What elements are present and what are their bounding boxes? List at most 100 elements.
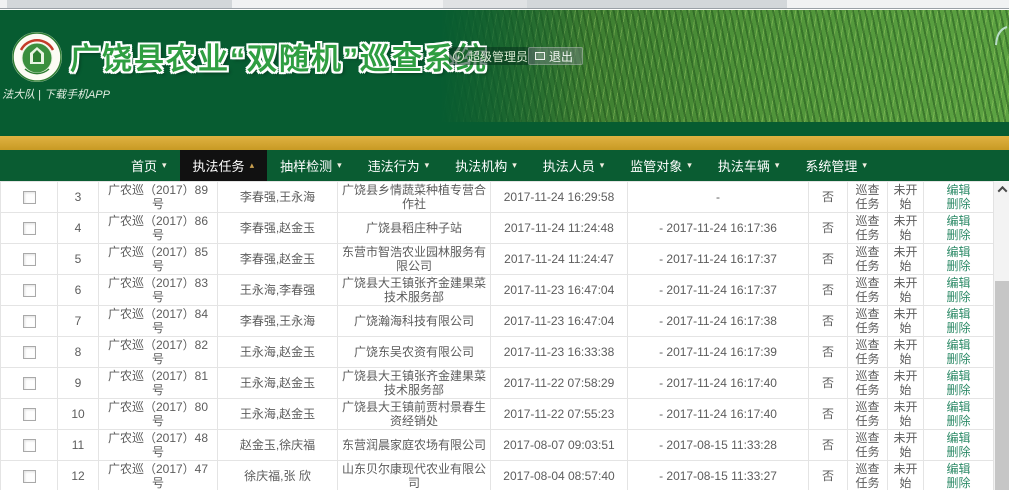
user-role-badge[interactable]: i 超级管理员 [449, 47, 535, 65]
row-checkbox[interactable] [23, 284, 36, 297]
created-time-cell: 2017-11-24 11:24:47 [491, 244, 628, 275]
row-checkbox[interactable] [23, 439, 36, 452]
nav-item[interactable]: 执法机构 ▾ [442, 150, 530, 181]
created-time-cell: 2017-08-07 09:03:51 [491, 430, 628, 461]
checkbox-cell [1, 461, 58, 490]
table-row: 9 广农巡（2017）81号 王永海,赵金玉 广饶县大王镇张齐金建果菜技术服务部… [1, 368, 994, 399]
nav-item[interactable]: 违法行为 ▾ [355, 150, 443, 181]
task-type-cell: 巡查任务 [848, 399, 888, 430]
breadcrumb: 法大队 | 下载手机APP [2, 86, 110, 102]
nav-item[interactable]: 执法人员 ▾ [530, 150, 618, 181]
delete-link[interactable]: 删除 [946, 383, 970, 397]
created-time-cell: 2017-11-24 16:29:58 [491, 182, 628, 213]
chevron-up-icon: ▴ [250, 160, 255, 171]
edit-link[interactable]: 编辑 [946, 462, 970, 476]
time-range-cell: - 2017-11-24 16:17:36 [628, 213, 809, 244]
created-time-cell: 2017-11-24 11:24:48 [491, 213, 628, 244]
nav-item[interactable]: 执法任务 ▴ [180, 150, 268, 181]
edit-link[interactable]: 编辑 [946, 338, 970, 352]
edit-link[interactable]: 编辑 [946, 276, 970, 290]
vertical-scrollbar[interactable] [993, 181, 1009, 490]
task-type-cell: 巡查任务 [848, 337, 888, 368]
status-cell: 未开始 [888, 461, 924, 490]
delete-link[interactable]: 删除 [946, 352, 970, 366]
row-checkbox[interactable] [23, 191, 36, 204]
doc-number-cell: 广农巡（2017）82号 [99, 337, 218, 368]
delete-link[interactable]: 删除 [946, 197, 970, 211]
status-cell: 未开始 [888, 368, 924, 399]
created-time-cell: 2017-11-23 16:33:38 [491, 337, 628, 368]
delete-link[interactable]: 删除 [946, 259, 970, 273]
nav-item[interactable]: 抽样检测 ▾ [267, 150, 355, 181]
delete-link[interactable]: 删除 [946, 321, 970, 335]
doc-number-cell: 广农巡（2017）48号 [99, 430, 218, 461]
created-time-cell: 2017-11-22 07:55:23 [491, 399, 628, 430]
logout-icon [535, 52, 545, 60]
delete-link[interactable]: 删除 [946, 445, 970, 459]
flag-cell: 否 [809, 368, 848, 399]
row-checkbox[interactable] [23, 408, 36, 421]
scrollbar-thumb[interactable] [995, 281, 1009, 490]
time-range-cell: - 2017-08-15 11:33:28 [628, 430, 809, 461]
officers-cell: 李春强,王永海 [218, 306, 338, 337]
actions-cell: 编辑删除 [924, 399, 994, 430]
browser-tab-segment [787, 0, 1009, 8]
task-table-container: 3 广农巡（2017）89号 李春强,王永海 广饶县乡情蔬菜种植专营合作社 20… [0, 181, 993, 490]
chevron-down-icon: ▾ [512, 160, 517, 171]
actions-cell: 编辑删除 [924, 306, 994, 337]
flag-cell: 否 [809, 430, 848, 461]
edit-link[interactable]: 编辑 [946, 183, 970, 197]
delete-link[interactable]: 删除 [946, 476, 970, 490]
nav-item[interactable]: 系统管理 ▾ [792, 150, 880, 181]
row-number-cell: 9 [58, 368, 99, 399]
row-checkbox[interactable] [23, 346, 36, 359]
scroll-up-arrow[interactable] [994, 181, 1009, 197]
edit-link[interactable]: 编辑 [946, 369, 970, 383]
status-cell: 未开始 [888, 275, 924, 306]
checkbox-cell [1, 213, 58, 244]
nav-item[interactable]: 首页 ▾ [118, 150, 180, 181]
nav-item[interactable]: 执法车辆 ▾ [705, 150, 793, 181]
flag-cell: 否 [809, 182, 848, 213]
delete-link[interactable]: 删除 [946, 228, 970, 242]
officers-cell: 王永海,赵金玉 [218, 368, 338, 399]
edit-link[interactable]: 编辑 [946, 245, 970, 259]
browser-tab-segment [443, 0, 527, 8]
edit-link[interactable]: 编辑 [946, 431, 970, 445]
nav-item[interactable]: 监管对象 ▾ [617, 150, 705, 181]
task-type-cell: 巡查任务 [848, 306, 888, 337]
officers-cell: 李春强,赵金玉 [218, 213, 338, 244]
edit-link[interactable]: 编辑 [946, 400, 970, 414]
status-cell: 未开始 [888, 244, 924, 275]
doc-number-cell: 广农巡（2017）86号 [99, 213, 218, 244]
delete-link[interactable]: 删除 [946, 290, 970, 304]
doc-number-cell: 广农巡（2017）47号 [99, 461, 218, 490]
edit-link[interactable]: 编辑 [946, 307, 970, 321]
nav-item-label: 执法车辆 [718, 156, 770, 175]
status-cell: 未开始 [888, 430, 924, 461]
time-range-cell: - 2017-11-24 16:17:38 [628, 306, 809, 337]
edit-link[interactable]: 编辑 [946, 214, 970, 228]
checkbox-cell [1, 337, 58, 368]
row-checkbox[interactable] [23, 315, 36, 328]
row-checkbox[interactable] [23, 222, 36, 235]
officers-cell: 王永海,李春强 [218, 275, 338, 306]
row-checkbox[interactable] [23, 377, 36, 390]
doc-number-cell: 广农巡（2017）84号 [99, 306, 218, 337]
time-range-cell: - 2017-11-24 16:17:37 [628, 244, 809, 275]
logout-button[interactable]: 退出 [528, 47, 583, 65]
row-number-cell: 10 [58, 399, 99, 430]
nav-item-label: 执法人员 [543, 156, 595, 175]
delete-link[interactable]: 删除 [946, 414, 970, 428]
row-checkbox[interactable] [23, 470, 36, 483]
task-type-cell: 巡查任务 [848, 430, 888, 461]
browser-tab-segment [527, 0, 787, 8]
row-number-cell: 4 [58, 213, 99, 244]
browser-tab-segment [232, 0, 443, 8]
officers-cell: 赵金玉,徐庆福 [218, 430, 338, 461]
actions-cell: 编辑删除 [924, 275, 994, 306]
created-time-cell: 2017-11-22 07:58:29 [491, 368, 628, 399]
row-checkbox[interactable] [23, 253, 36, 266]
table-row: 6 广农巡（2017）83号 王永海,李春强 广饶县大王镇张齐金建果菜技术服务部… [1, 275, 994, 306]
flag-cell: 否 [809, 244, 848, 275]
